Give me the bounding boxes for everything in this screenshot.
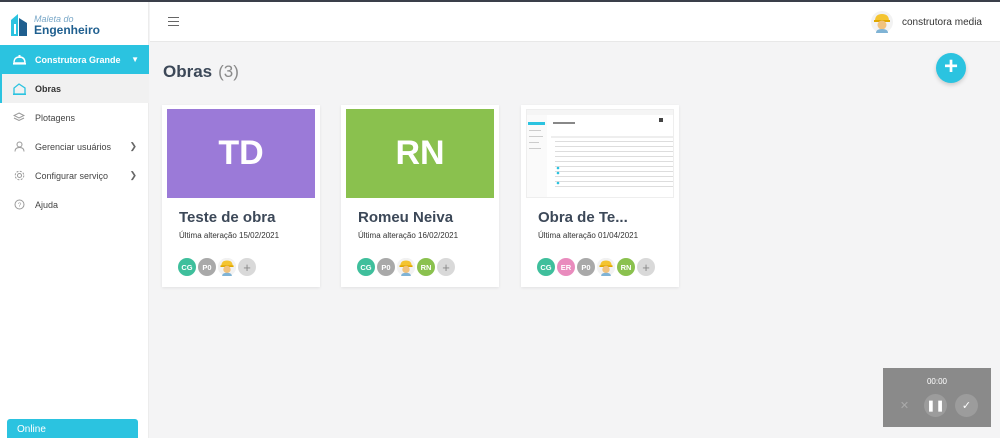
thumbnail-initials: TD <box>218 134 264 172</box>
company-name: Construtora Grande <box>35 54 121 65</box>
member-avatar[interactable]: CG <box>178 258 196 276</box>
member-list: CG P0 + <box>178 258 258 276</box>
user-avatar <box>870 11 893 33</box>
member-avatar[interactable]: ER <box>557 258 575 276</box>
obra-last-modified: Última alteração 15/02/2021 <box>179 231 280 240</box>
sidebar-item-gerenciar-usuarios[interactable]: Gerenciar usuários ❯ <box>0 132 149 161</box>
page-title: Obras (3) <box>163 62 239 82</box>
member-avatar-photo[interactable] <box>597 258 615 276</box>
status-label: Online <box>17 424 46 435</box>
obra-title: Obra de Te... <box>538 209 628 226</box>
sidebar-item-label: Plotagens <box>35 112 76 123</box>
user-menu[interactable]: construtora media <box>870 11 982 33</box>
obra-title: Teste de obra <box>179 209 276 226</box>
add-member-button[interactable]: + <box>437 258 455 276</box>
check-icon: ✓ <box>961 400 972 412</box>
obra-card[interactable]: TD Teste de obra Última alteração 15/02/… <box>162 105 320 287</box>
member-avatar-photo[interactable] <box>397 258 415 276</box>
member-list: CG ER P0 RN + <box>537 258 657 276</box>
member-avatar[interactable]: RN <box>617 258 635 276</box>
add-member-button[interactable]: + <box>637 258 655 276</box>
company-selector[interactable]: Construtora Grande ▼ <box>0 45 149 74</box>
obra-thumbnail: TD <box>167 109 315 198</box>
member-avatar[interactable]: P0 <box>198 258 216 276</box>
obra-last-modified: Última alteração 16/02/2021 <box>358 231 459 240</box>
obra-thumbnail: RN <box>346 109 494 198</box>
svg-text:?: ? <box>17 202 21 209</box>
logo-line-2: Engenheiro <box>34 22 101 37</box>
obra-last-modified: Última alteração 01/04/2021 <box>538 231 639 240</box>
top-header: construtora media <box>150 2 1000 42</box>
member-avatar-photo[interactable] <box>218 258 236 276</box>
user-icon <box>12 141 26 152</box>
close-icon: ✕ <box>899 400 910 412</box>
sidebar-item-ajuda[interactable]: ? Ajuda <box>0 190 149 219</box>
logo-icon <box>11 14 27 36</box>
finish-recording-button[interactable]: ✓ <box>955 394 978 417</box>
gear-icon <box>12 170 26 181</box>
add-obra-button[interactable]: + <box>936 53 966 83</box>
member-avatar[interactable]: CG <box>357 258 375 276</box>
sidebar-item-plotagens[interactable]: Plotagens <box>0 103 149 132</box>
pause-icon: ❚❚ <box>926 400 945 412</box>
obra-title: Romeu Neiva <box>358 209 454 226</box>
sidebar-item-obras[interactable]: Obras <box>0 74 149 103</box>
sidebar-item-label: Ajuda <box>35 199 59 210</box>
sidebar-nav: Obras Plotagens Gerenciar usuários ❯ Con… <box>0 74 149 219</box>
pause-recording-button[interactable]: ❚❚ <box>924 394 947 417</box>
connection-status: Online <box>7 419 138 438</box>
help-icon: ? <box>12 199 26 210</box>
add-member-button[interactable]: + <box>238 258 256 276</box>
sidebar-item-label: Configurar serviço <box>35 170 109 181</box>
member-avatar[interactable]: P0 <box>577 258 595 276</box>
obra-card[interactable]: Obra de Te... Última alteração 01/04/202… <box>521 105 679 287</box>
screen-recorder-widget: 00:00 ✕ ❚❚ ✓ <box>883 368 991 427</box>
user-name: construtora media <box>901 16 982 28</box>
hardhat-icon <box>12 54 26 65</box>
sidebar-item-label: Obras <box>35 83 62 94</box>
member-list: CG P0 RN + <box>357 258 457 276</box>
sidebar-item-configurar-servico[interactable]: Configurar serviço ❯ <box>0 161 149 190</box>
thumbnail-initials: RN <box>395 134 445 172</box>
chevron-right-icon: ❯ <box>129 141 137 151</box>
obras-count: (3) <box>218 62 239 81</box>
building-icon <box>12 82 26 95</box>
chevron-right-icon: ❯ <box>129 170 137 180</box>
hamburger-menu-icon[interactable] <box>168 17 179 29</box>
sidebar-item-label: Gerenciar usuários <box>35 141 112 152</box>
recorder-timer: 00:00 <box>926 377 948 386</box>
sidebar: Maleta do Engenheiro Construtora Grande … <box>0 2 149 438</box>
discard-recording-button[interactable]: ✕ <box>893 394 916 417</box>
page-title-text: Obras <box>163 62 213 81</box>
member-avatar[interactable]: RN <box>417 258 435 276</box>
chevron-down-icon: ▼ <box>131 55 139 64</box>
obra-card[interactable]: RN Romeu Neiva Última alteração 16/02/20… <box>341 105 499 287</box>
member-avatar[interactable]: P0 <box>377 258 395 276</box>
member-avatar[interactable]: CG <box>537 258 555 276</box>
app-logo[interactable]: Maleta do Engenheiro <box>8 10 100 40</box>
layers-icon <box>12 112 26 123</box>
plus-icon: + <box>943 53 958 80</box>
obra-screenshot-thumbnail <box>526 109 674 198</box>
